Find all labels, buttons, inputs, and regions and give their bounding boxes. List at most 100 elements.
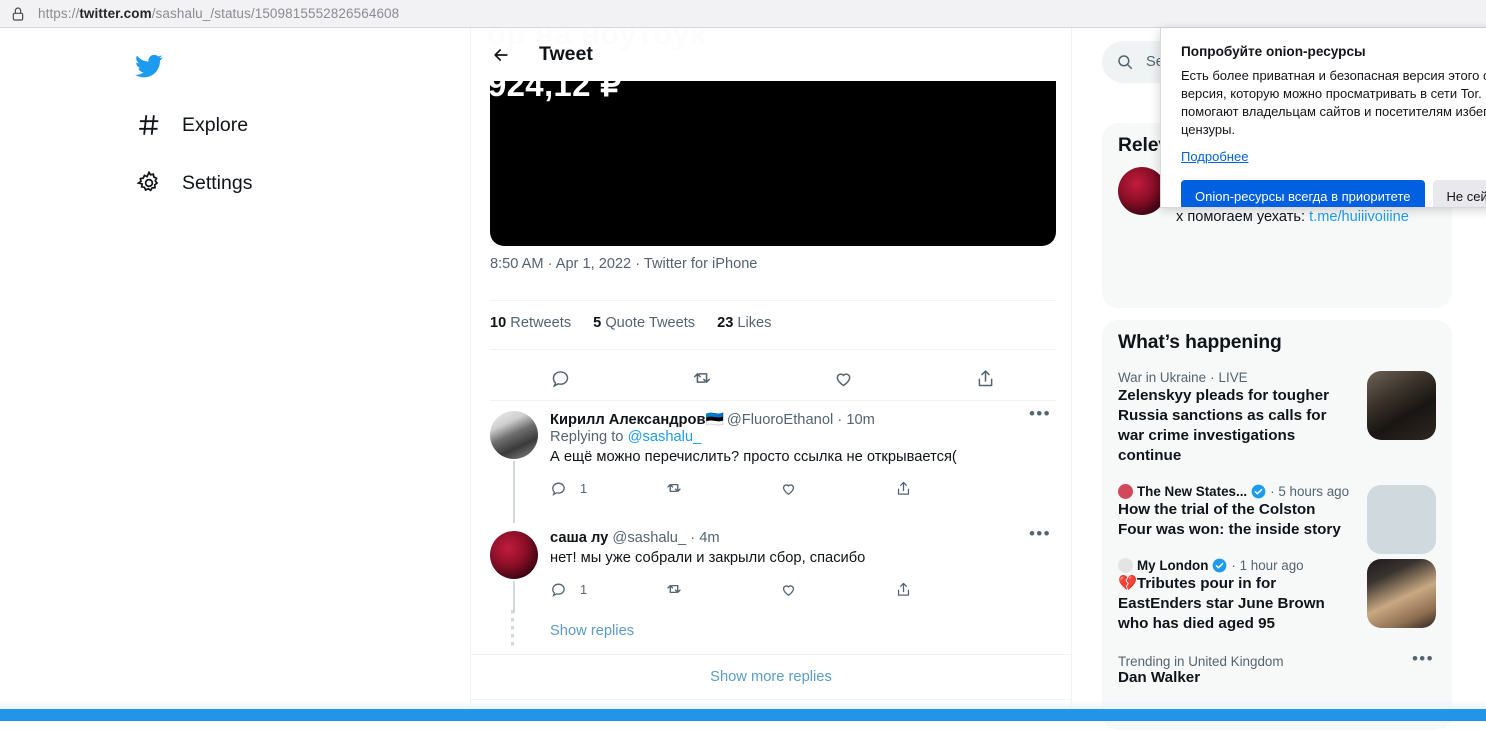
likes-stat[interactable]: 23 Likes (717, 315, 771, 331)
popup-body: Есть более приватная и безопасная версия… (1181, 68, 1486, 137)
reply-count: 1 (580, 581, 588, 597)
prioritize-onion-button[interactable]: Onion-ресурсы всегда в приоритете (1181, 180, 1425, 207)
thread-line (513, 581, 515, 613)
back-arrow-icon[interactable] (484, 38, 518, 72)
share-icon[interactable] (895, 580, 1010, 598)
learn-more-link[interactable]: Подробнее (1181, 149, 1248, 164)
reply-time: 4m (699, 530, 720, 546)
colston-four-thumbnail (1367, 485, 1436, 554)
url-text: https://twitter.com/sashalu_/status/1509… (38, 6, 400, 21)
reply-text: А ещё можно перечислить? просто ссылка н… (550, 449, 957, 465)
page-bottom-fade (0, 700, 1486, 709)
popup-title: Попробуйте onion-ресурсы (1181, 44, 1366, 59)
tweet-stats: 10 Retweets 5 Quote Tweets 23 Likes (490, 315, 1056, 331)
trend-category: Trending in United Kingdom (1118, 654, 1284, 669)
flag-icon: 🇪🇪 (705, 412, 724, 428)
reply-author-name[interactable]: саша лу (550, 530, 608, 546)
trend-item[interactable]: War in Ukraine · LIVE Zelenskyy pleads f… (1102, 362, 1452, 476)
reply-time: 10m (846, 412, 875, 428)
onion-promo-popup: Попробуйте onion-ресурсы Есть более прив… (1160, 28, 1486, 208)
trend-item[interactable]: My London · 1 hour ago 💔Tributes pour in… (1102, 550, 1452, 644)
retweet-icon[interactable] (632, 360, 774, 396)
tweet-timestamp: 8:50 AM · Apr 1, 2022 · Twitter for iPho… (490, 256, 758, 272)
like-icon[interactable] (780, 580, 895, 598)
tweet-action-bar (490, 358, 1056, 398)
reply-icon[interactable]: 1 (550, 580, 665, 598)
trend-headline: Zelenskyy pleads for tougher Russia sanc… (1118, 387, 1329, 464)
reply-action-bar: 1 (550, 479, 1010, 497)
more-options-icon[interactable]: ••• (1029, 405, 1051, 422)
avatar[interactable] (1118, 167, 1166, 215)
avatar[interactable] (490, 411, 538, 459)
reply-item: саша лу @sashalu_ · 4m нет! мы уже собра… (471, 523, 1071, 618)
share-icon[interactable] (895, 479, 1010, 497)
source-avatar-icon (1118, 484, 1133, 499)
whats-happening-card: What’s happening War in Ukraine · LIVE Z… (1102, 320, 1452, 730)
trend-name: Dan Walker (1118, 669, 1201, 686)
trend-item[interactable]: ••• Trending in United Kingdom Dan Walke… (1102, 644, 1452, 696)
reply-text: нет! мы уже собрали и закрыли сбор, спас… (550, 550, 866, 566)
os-taskbar (0, 709, 1486, 721)
like-icon[interactable] (780, 479, 895, 497)
share-icon[interactable] (915, 360, 1057, 396)
reply-action-bar: 1 (550, 580, 1010, 598)
divider (490, 400, 1056, 401)
media-amount-text: 924,12 ₽ (490, 81, 622, 103)
page-title: Tweet (539, 43, 593, 65)
thread-line (513, 461, 515, 523)
reply-icon[interactable]: 1 (550, 479, 665, 497)
divider (490, 300, 1056, 301)
tweet-media-image[interactable]: 924,12 ₽ (490, 81, 1056, 246)
twitter-bird-icon (134, 51, 164, 81)
popup-buttons: Onion-ресурсы всегда в приоритете Не сей… (1181, 180, 1486, 207)
sidebar-item-explore[interactable]: Explore (122, 100, 260, 150)
sidebar-item-label: Settings (182, 171, 253, 194)
retweet-icon[interactable] (665, 479, 780, 497)
sidebar-item-label: Explore (182, 113, 249, 136)
reply-author-line: саша лу @sashalu_ · 4m (550, 530, 720, 546)
sidebar-item-settings[interactable]: Settings (122, 158, 264, 208)
reply-icon[interactable] (490, 360, 632, 396)
retweet-icon[interactable] (665, 580, 780, 598)
tweet-header-bar: Tweet (471, 28, 1071, 81)
trend-headline: 💔Tributes pour in for EastEnders star Ju… (1118, 575, 1325, 632)
reply-author-line: Кирилл Александров🇪🇪 @FluoroEthanol · 10… (550, 412, 875, 428)
trend-source: The New States... (1137, 484, 1248, 499)
browser-url-bar[interactable]: https://twitter.com/sashalu_/status/1509… (0, 0, 1486, 28)
retweets-stat[interactable]: 10 Retweets (490, 315, 571, 331)
bio-link[interactable]: t.me/huiiivoiiine (1309, 209, 1409, 225)
tweet-column: ор на ноутбук Tweet 924,12 ₽ 8:50 AM · A… (470, 28, 1072, 709)
not-now-button[interactable]: Не сейчас (1432, 180, 1486, 207)
lock-icon (10, 6, 26, 22)
verified-badge-icon (1212, 558, 1227, 573)
source-avatar-icon (1118, 558, 1133, 573)
reply-author-handle[interactable]: @FluoroEthanol (727, 412, 833, 428)
whats-happening-title: What’s happening (1118, 332, 1282, 353)
quote-tweets-stat[interactable]: 5 Quote Tweets (593, 315, 695, 331)
reply-item: Кирилл Александров🇪🇪 @FluoroEthanol · 10… (471, 403, 1071, 523)
replying-to-handle[interactable]: @sashalu_ (628, 429, 702, 445)
more-options-icon[interactable]: ••• (1412, 650, 1434, 667)
search-icon (1116, 53, 1134, 71)
divider (490, 349, 1056, 350)
show-more-replies-link[interactable]: Show more replies (471, 654, 1071, 699)
reply-author-handle[interactable]: @sashalu_ (612, 530, 686, 546)
thread-dotted-line (511, 610, 514, 646)
gear-icon (134, 168, 164, 198)
trend-source: My London (1137, 558, 1209, 573)
june-brown-thumbnail (1367, 559, 1436, 628)
reply-author-name[interactable]: Кирилл Александров (550, 412, 706, 428)
trend-time: · 1 hour ago (1231, 558, 1304, 573)
trend-item[interactable]: The New States... · 5 hours ago How the … (1102, 476, 1452, 554)
twitter-logo-button[interactable] (122, 42, 194, 90)
left-navigation: Explore Settings (0, 28, 470, 709)
hashtag-icon (134, 110, 164, 140)
avatar[interactable] (490, 531, 538, 579)
show-replies-link[interactable]: Show replies (550, 623, 634, 639)
more-options-icon[interactable]: ••• (1029, 525, 1051, 542)
reply-count: 1 (580, 480, 588, 496)
verified-badge-icon (1251, 484, 1266, 499)
trend-headline: How the trial of the Colston Four was wo… (1118, 501, 1341, 538)
replying-to-line: Replying to @sashalu_ (550, 429, 702, 445)
like-icon[interactable] (773, 360, 915, 396)
